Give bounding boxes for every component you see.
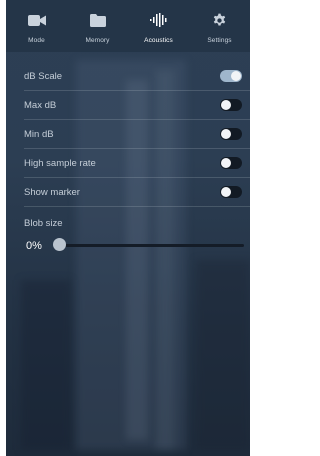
tab-memory[interactable]: Memory <box>67 0 128 52</box>
video-camera-icon <box>27 12 46 28</box>
toggle-knob <box>221 158 231 168</box>
tab-mode[interactable]: Mode <box>6 0 67 52</box>
blob-size-slider-thumb[interactable] <box>53 238 66 251</box>
toggle-knob <box>231 71 241 81</box>
tab-memory-label: Memory <box>85 37 110 44</box>
settings-list: dB Scale Max dB Min dB High sample rate … <box>6 62 250 207</box>
toggle-knob <box>221 187 231 197</box>
show-marker-label: Show marker <box>24 186 80 198</box>
app-frame: Mode Memory Acoustics Settings dB Scale <box>6 0 250 456</box>
high-sample-rate-label: High sample rate <box>24 157 96 169</box>
setting-max-db: Max dB <box>24 91 250 120</box>
tab-acoustics-label: Acoustics <box>144 37 173 44</box>
tab-acoustics[interactable]: Acoustics <box>128 0 189 52</box>
setting-min-db: Min dB <box>24 120 250 149</box>
blob-size-label: Blob size <box>24 218 63 229</box>
toggle-knob <box>221 129 231 139</box>
tab-settings[interactable]: Settings <box>189 0 250 52</box>
blob-size-value: 0% <box>26 240 42 252</box>
min-db-toggle[interactable] <box>220 128 242 140</box>
toggle-knob <box>221 100 231 110</box>
tab-bar: Mode Memory Acoustics Settings <box>6 0 250 52</box>
setting-high-sample-rate: High sample rate <box>24 149 250 178</box>
tab-settings-label: Settings <box>207 37 232 44</box>
min-db-label: Min dB <box>24 128 54 140</box>
setting-db-scale: dB Scale <box>24 62 250 91</box>
max-db-toggle[interactable] <box>220 99 242 111</box>
show-marker-toggle[interactable] <box>220 186 242 198</box>
waveform-icon <box>149 12 168 28</box>
tab-mode-label: Mode <box>28 37 45 44</box>
db-scale-toggle[interactable] <box>220 70 242 82</box>
db-scale-label: dB Scale <box>24 70 63 82</box>
gear-icon <box>212 12 227 28</box>
high-sample-rate-toggle[interactable] <box>220 157 242 169</box>
max-db-label: Max dB <box>24 99 57 111</box>
setting-show-marker: Show marker <box>24 178 250 207</box>
folder-icon <box>89 12 106 28</box>
blob-size-slider[interactable] <box>58 244 244 247</box>
